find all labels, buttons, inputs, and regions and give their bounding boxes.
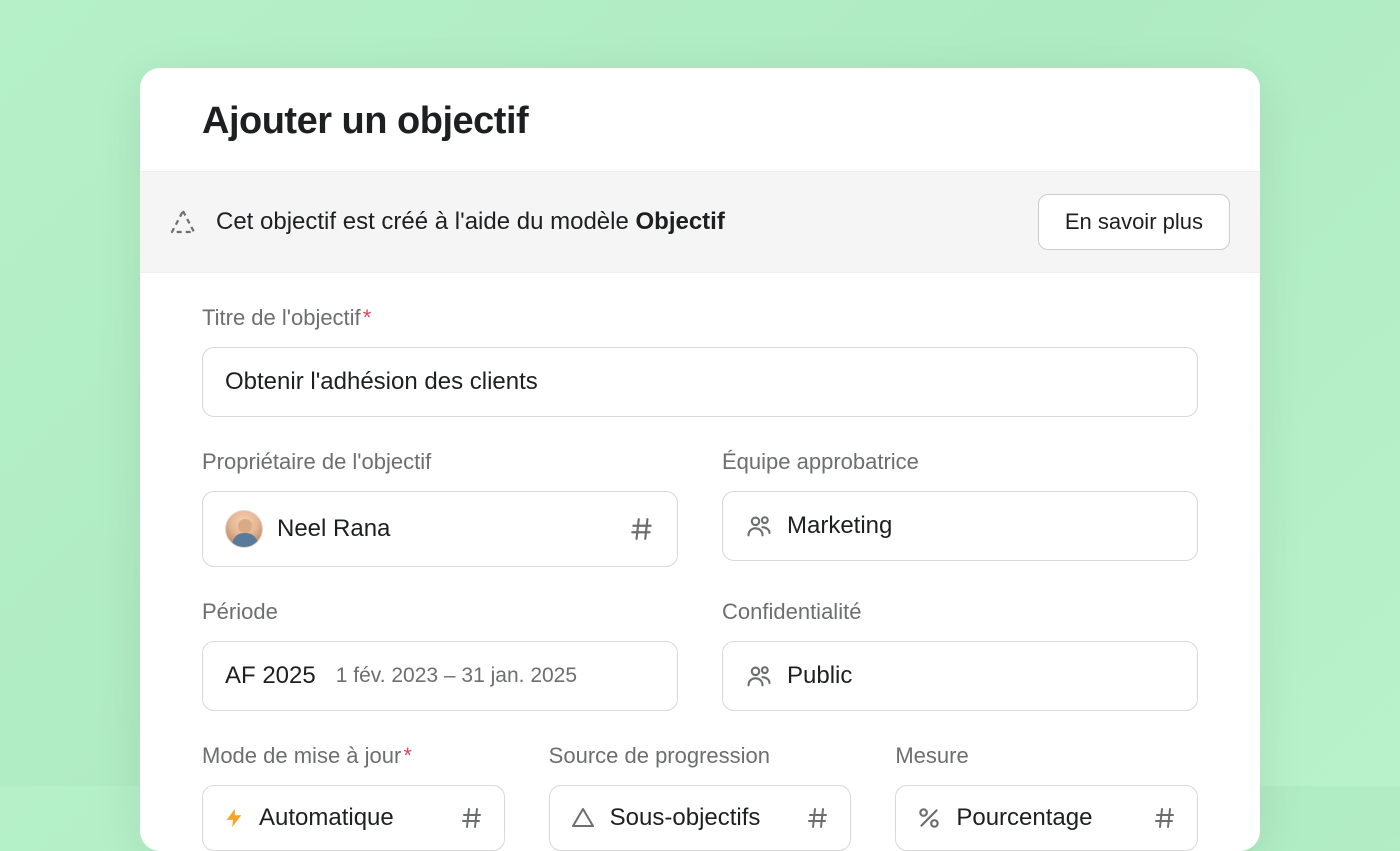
input-update-mode[interactable]: Automatique [202, 785, 505, 851]
modal-title: Ajouter un objectif [202, 100, 1200, 143]
row-owner-team: Propriétaire de l'objectif Neel Rana Équ… [202, 449, 1198, 567]
row-title: Titre de l'objectif* Obtenir l'adhésion … [202, 305, 1198, 417]
modal-header: Ajouter un objectif [140, 68, 1260, 171]
hash-icon [806, 806, 830, 830]
triangle-icon [570, 806, 596, 830]
update-mode-value: Automatique [259, 804, 394, 832]
hash-icon [460, 806, 484, 830]
row-update-source-measure: Mode de mise à jour* Automatique [202, 743, 1198, 851]
avatar [225, 510, 263, 548]
label-progress-source: Source de progression [549, 743, 852, 769]
field-owner: Propriétaire de l'objectif Neel Rana [202, 449, 678, 567]
field-measure: Mesure Pourcentage [895, 743, 1198, 851]
confidentiality-value: Public [787, 662, 852, 690]
field-confidentiality: Confidentialité Public [722, 599, 1198, 711]
period-range: 1 fév. 2023 – 31 jan. 2025 [336, 664, 577, 688]
field-title: Titre de l'objectif* Obtenir l'adhésion … [202, 305, 1198, 417]
input-owner[interactable]: Neel Rana [202, 491, 678, 567]
template-info-text: Cet objectif est créé à l'aide du modèle… [216, 208, 725, 236]
input-title[interactable]: Obtenir l'adhésion des clients [202, 347, 1198, 417]
label-update-mode: Mode de mise à jour* [202, 743, 505, 769]
info-bar-left: Cet objectif est créé à l'aide du modèle… [168, 207, 725, 237]
label-title: Titre de l'objectif* [202, 305, 1198, 331]
lightning-icon [223, 805, 245, 831]
field-period: Période AF 2025 1 fév. 2023 – 31 jan. 20… [202, 599, 678, 711]
template-info-bar: Cet objectif est créé à l'aide du modèle… [140, 171, 1260, 273]
input-progress-source[interactable]: Sous-objectifs [549, 785, 852, 851]
input-approving-team[interactable]: Marketing [722, 491, 1198, 561]
measure-value: Pourcentage [956, 804, 1092, 832]
label-confidentiality: Confidentialité [722, 599, 1198, 625]
approving-team-value: Marketing [787, 512, 892, 540]
input-confidentiality[interactable]: Public [722, 641, 1198, 711]
hash-icon [1153, 806, 1177, 830]
field-update-mode: Mode de mise à jour* Automatique [202, 743, 505, 851]
input-measure[interactable]: Pourcentage [895, 785, 1198, 851]
learn-more-button[interactable]: En savoir plus [1038, 194, 1230, 250]
hash-icon [629, 516, 655, 542]
people-icon [745, 512, 773, 540]
period-value: AF 2025 [225, 662, 316, 690]
row-period-confidentiality: Période AF 2025 1 fév. 2023 – 31 jan. 20… [202, 599, 1198, 711]
field-approving-team: Équipe approbatrice Marketing [722, 449, 1198, 567]
label-owner: Propriétaire de l'objectif [202, 449, 678, 475]
triangle-dashed-icon [168, 207, 198, 237]
percent-icon [916, 805, 942, 831]
title-value: Obtenir l'adhésion des clients [225, 368, 538, 396]
owner-value: Neel Rana [277, 515, 390, 543]
people-icon [745, 662, 773, 690]
label-approving-team: Équipe approbatrice [722, 449, 1198, 475]
label-measure: Mesure [895, 743, 1198, 769]
label-period: Période [202, 599, 678, 625]
add-objective-modal: Ajouter un objectif Cet objectif est cré… [140, 68, 1260, 851]
form-body: Titre de l'objectif* Obtenir l'adhésion … [140, 273, 1260, 851]
input-period[interactable]: AF 2025 1 fév. 2023 – 31 jan. 2025 [202, 641, 678, 711]
progress-source-value: Sous-objectifs [610, 804, 761, 832]
field-progress-source: Source de progression Sous-objectifs [549, 743, 852, 851]
